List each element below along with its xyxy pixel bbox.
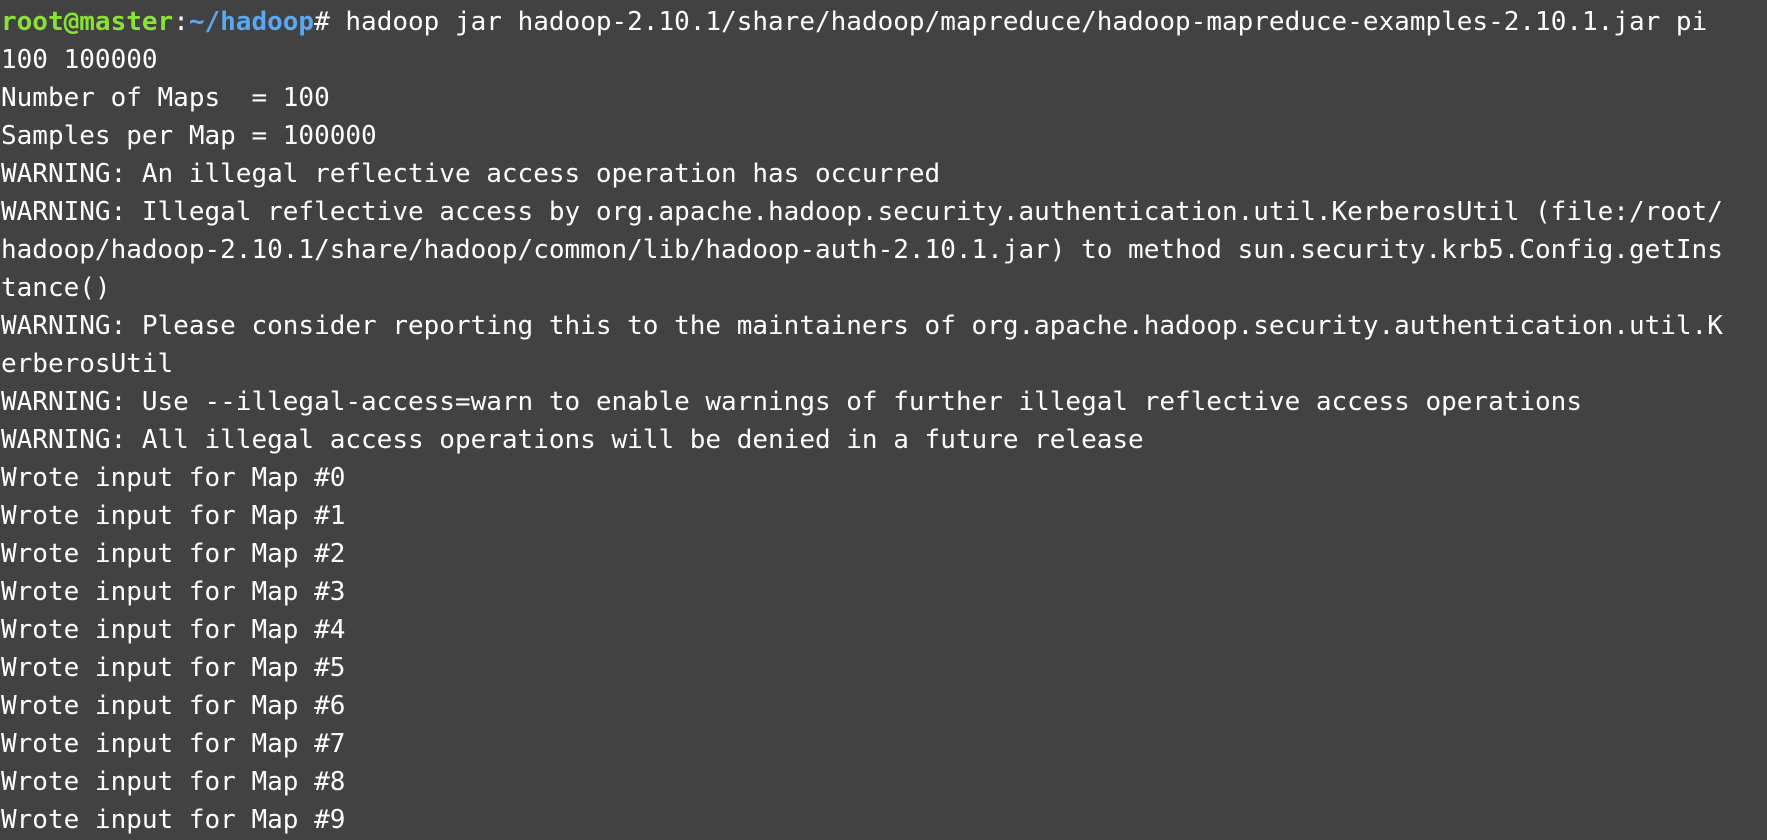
map-input-line: Wrote input for Map #2 [1,539,346,569]
warning-line: tance() [1,273,111,303]
warning-line: WARNING: An illegal reflective access op… [1,159,941,189]
warning-line: hadoop/hadoop-2.10.1/share/hadoop/common… [1,235,1723,265]
output-line: 100 100000 [1,45,158,75]
warning-line: WARNING: Use --illegal-access=warn to en… [1,387,1582,417]
command-prompt-line[interactable]: root@master:~/hadoop# hadoop jar hadoop-… [1,3,1767,41]
prompt-separator: : [173,7,189,37]
map-input-line: Wrote input for Map #0 [1,463,346,493]
map-input-line: Wrote input for Map #7 [1,729,346,759]
terminal-window[interactable]: root@master:~/hadoop# hadoop jar hadoop-… [0,0,1767,840]
command-text: hadoop jar hadoop-2.10.1/share/hadoop/ma… [345,7,1708,37]
map-input-line: Wrote input for Map #3 [1,577,346,607]
map-input-line: Wrote input for Map #4 [1,615,346,645]
warning-line: erberosUtil [1,349,174,379]
warning-line: WARNING: Illegal reflective access by or… [1,197,1723,227]
prompt-symbol: # [314,7,346,37]
map-input-line: Wrote input for Map #8 [1,767,346,797]
map-input-line: Wrote input for Map #6 [1,691,346,721]
output-line: Number of Maps = 100 [1,83,330,113]
map-input-line: Wrote input for Map #1 [1,501,346,531]
prompt-path: ~/hadoop [188,7,315,37]
warning-line: WARNING: All illegal access operations w… [1,425,1144,455]
map-input-line: Wrote input for Map #9 [1,805,346,835]
map-input-line: Wrote input for Map #5 [1,653,346,683]
warning-line: WARNING: Please consider reporting this … [1,311,1723,341]
prompt-user-host: root@master [1,7,174,37]
output-line: Samples per Map = 100000 [1,121,377,151]
